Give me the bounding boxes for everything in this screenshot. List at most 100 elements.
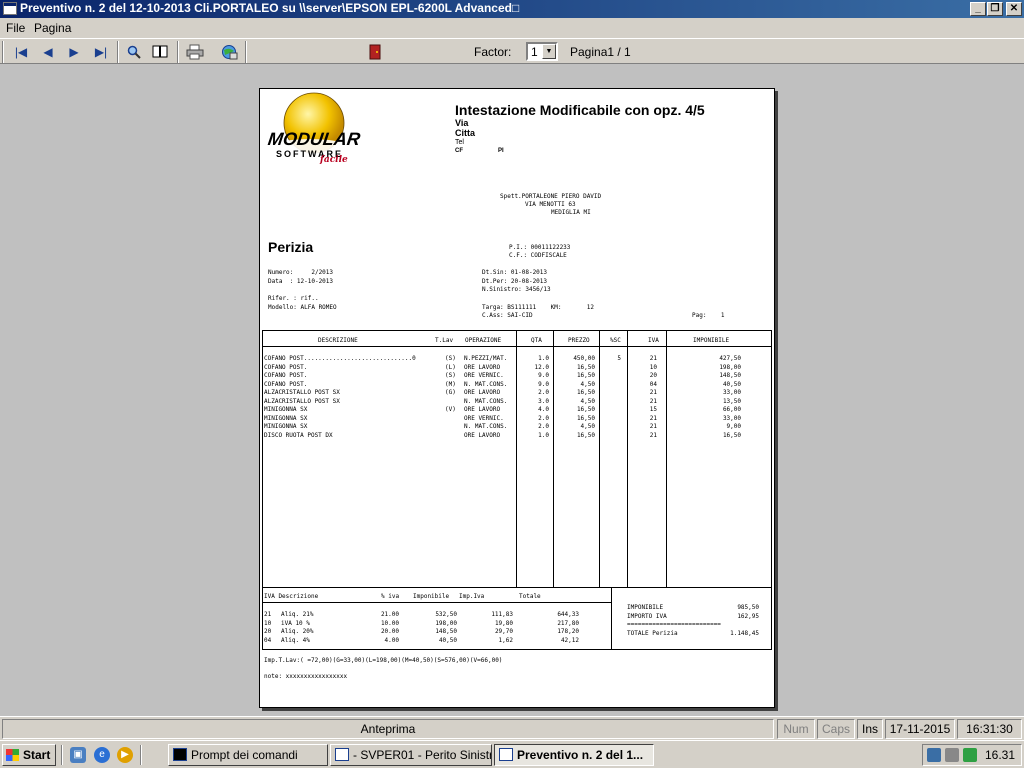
cell-imp: 40,50 [722,380,741,388]
exit-button[interactable] [364,42,386,62]
cell-imp: 9,00 [726,423,741,430]
taskbar-button[interactable]: Prompt dei comandi [168,744,328,766]
cell-prezzo: 16,50 [576,389,595,396]
cell-op: N.PEZZI/MAT. [464,355,508,362]
restore-button[interactable]: ❐ [987,2,1003,16]
cell-prezzo: 450,00 [573,355,595,362]
cell-qta: 4.0 [538,406,549,413]
doc-numero: Numero: 2/2013 [268,269,334,276]
col-divider [666,331,667,587]
doc-c-ass: C.Ass: SAI-CID [482,312,533,319]
next-page-button[interactable]: ▶ [63,42,85,62]
cell-imp: 33,00 [722,414,741,422]
toolbar-separator [177,41,179,63]
cell-prezzo: 16,50 [576,414,595,422]
cell-desc: ALZACRISTALLO POST SX [264,389,340,396]
export-button[interactable] [218,42,240,62]
iva-column-header: % iva [381,593,400,600]
company-tel: Tel [455,139,464,146]
cell-prezzo: 16,50 [576,431,595,439]
cell-qta: 1.0 [538,355,549,362]
quicklaunch-media-icon[interactable]: ▶ [117,747,133,763]
minimize-button[interactable]: _ [970,2,986,16]
cell-iva: 21 [649,423,657,430]
close-button[interactable]: ✕ [1006,2,1022,16]
iva-cell-iva: 19,80 [494,619,513,627]
taskbar-clock[interactable]: 16.31 [985,748,1015,762]
cell-imp: 427,50 [719,355,741,362]
first-page-button[interactable]: |◀ [10,42,32,62]
print-button[interactable] [184,42,206,62]
chevron-down-icon[interactable]: ▼ [542,44,556,59]
iva-column-header: Imp.Iva [459,593,485,600]
cell-iva: 21 [649,397,657,405]
col-divider [516,331,517,587]
status-mode: Anteprima [2,719,774,739]
last-page-button[interactable]: ▶| [90,42,112,62]
iva-cell-desc: Aliq. 21% [281,611,314,618]
column-header: DESCRIZIONE [318,337,358,344]
totals-perizia-value: 1.148,45 [730,630,759,637]
cell-iva: 21 [649,355,657,362]
taskbar-separator [140,745,142,765]
cell-tlav: (L) [445,363,456,371]
iva-cell-iva: 111,83 [491,611,513,618]
cell-desc: MINIGONNA SX [264,414,308,422]
status-caps: Caps [817,719,855,739]
iva-cell-iva: 1,62 [498,636,513,644]
cell-prezzo: 4,50 [580,397,595,405]
cell-op: N. MAT.CONS. [464,397,508,405]
doc-dt-per: Dt.Per: 20-08-2013 [482,278,548,285]
toolbar-separator [245,41,247,63]
cell-iva: 10 [649,363,657,371]
totals-divider [611,587,612,649]
cell-op: N. MAT.CONS. [464,423,508,430]
document-title: Perizia [268,239,314,255]
cell-desc: MINIGONNA SX [264,423,308,430]
menu-pagina[interactable]: Pagina [34,21,71,35]
windows-logo-icon [6,749,19,761]
app-icon[interactable] [3,2,17,15]
cell-op: ORE LAVORO [464,389,501,396]
logo-text-facile: facile [320,155,348,165]
client-street: VIA MENOTTI 63 [525,201,576,208]
cell-op: ORE LAVORO [464,431,501,439]
quicklaunch-ie-icon[interactable]: e [94,747,110,763]
prev-page-button[interactable]: ◀ [37,42,59,62]
iva-cell-tot: 42,12 [560,636,579,644]
iva-column-header: Imponibile [413,593,450,600]
note-line: note: xxxxxxxxxxxxxxxxx [264,673,348,680]
network-icon[interactable] [927,748,941,762]
printer-icon [186,44,204,60]
iva-cell-pct: 21.00 [380,611,399,618]
quicklaunch-desktop-icon[interactable]: ▣ [70,747,86,763]
menu-file[interactable]: File [6,21,25,35]
update-icon[interactable] [963,748,977,762]
factor-label: Factor: [474,45,512,59]
column-header: IMPONIBILE [693,337,730,344]
cell-imp: 13,50 [722,397,741,405]
taskbar-button[interactable]: - SVPER01 - Perito Sinistr... [330,744,492,766]
col-divider [599,331,600,587]
title-bar[interactable]: Preventivo n. 2 del 12-10-2013 Cli.PORTA… [0,0,1024,18]
totals-imponibile-label: IMPONIBILE [627,604,664,611]
totals-separator: ========================== [627,621,721,628]
factor-select[interactable]: 1 ▼ [526,42,558,61]
zoom-button[interactable] [123,42,145,62]
column-header: QTA [531,337,542,344]
col-divider [553,331,554,587]
iva-cell-imp: 40,50 [438,636,457,644]
taskbar-button[interactable]: Preventivo n. 2 del 1... [494,744,654,766]
cell-qta: 2.0 [538,389,549,396]
iva-cell-tot: 178,20 [557,628,579,635]
start-button[interactable]: Start [2,744,56,766]
two-pages-button[interactable] [149,42,171,62]
globe-printer-icon [222,45,238,60]
column-header: IVA [648,337,659,344]
cell-desc: COFANO POST.............................… [264,355,416,362]
cell-prezzo: 4,50 [580,380,595,388]
security-icon[interactable] [945,748,959,762]
totals-iva-label: IMPORTO IVA [627,613,667,620]
cell-desc: ALZACRISTALLO POST SX [264,397,340,405]
cell-op: N. MAT.CONS. [464,380,508,388]
